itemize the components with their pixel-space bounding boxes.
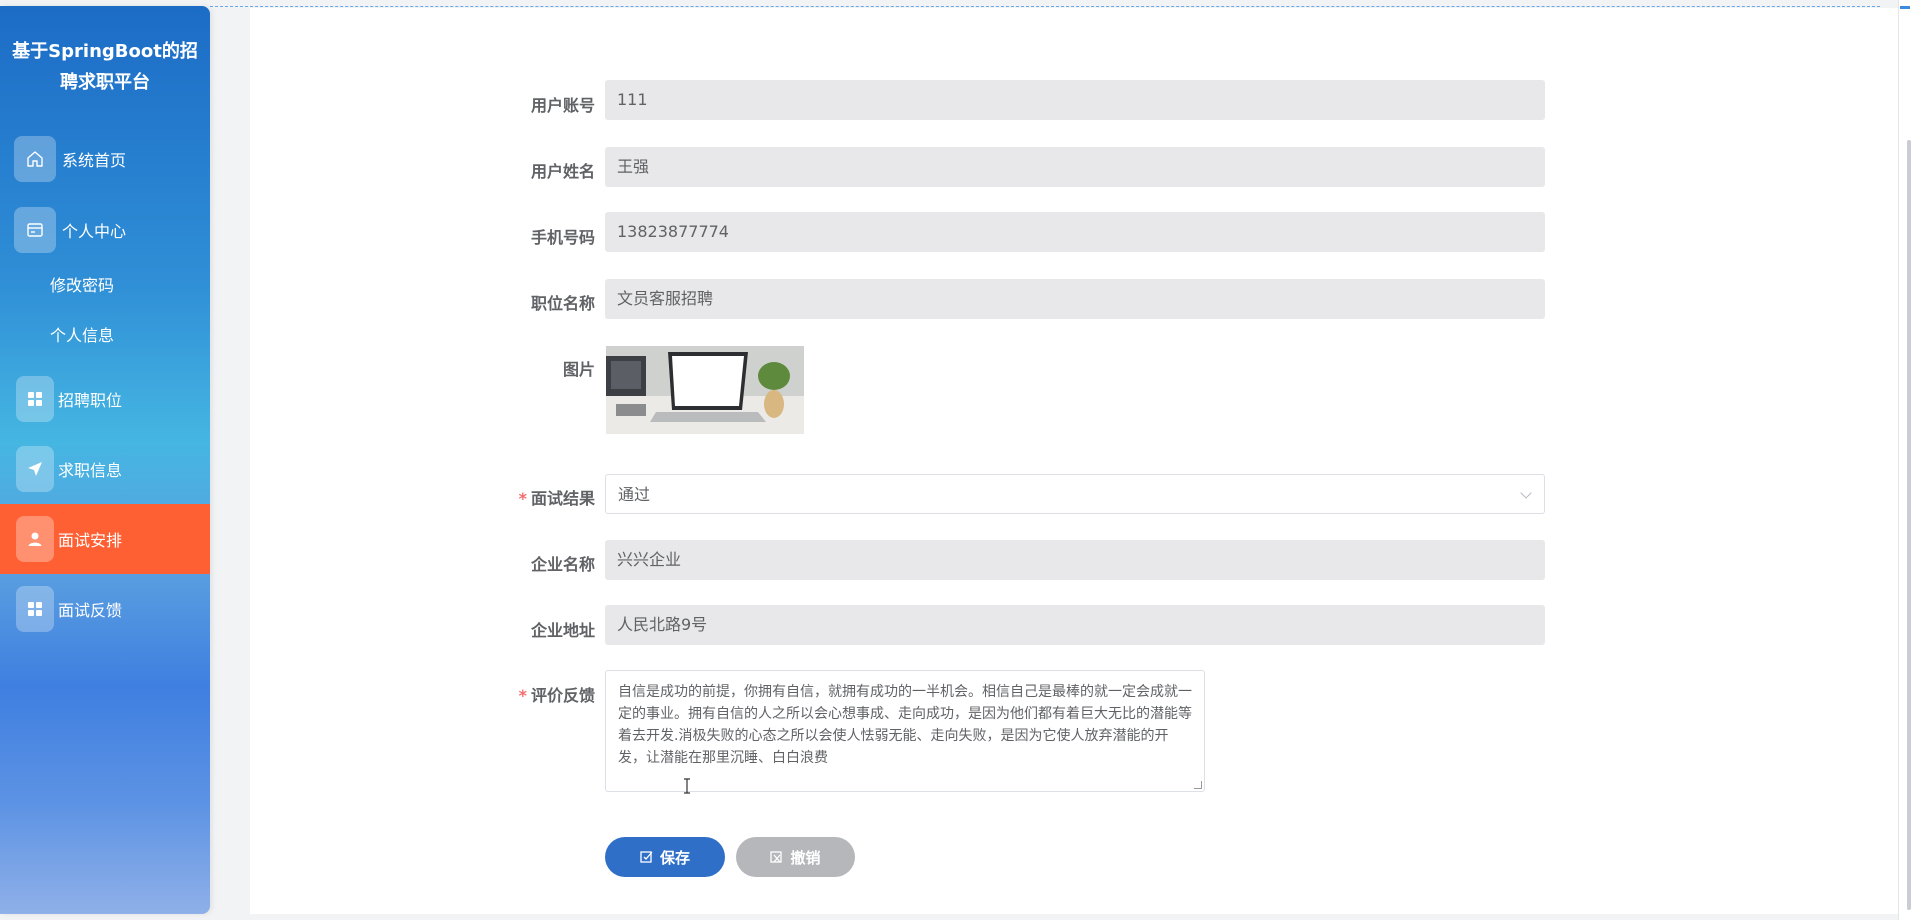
feedback-label-text: 评价反馈 <box>530 686 595 705</box>
grid-icon <box>16 586 54 632</box>
cancel-button[interactable]: 撤销 <box>736 837 855 877</box>
text-cursor-icon <box>684 778 690 794</box>
grid-icon <box>16 376 54 422</box>
name-field[interactable]: 王强 <box>605 147 1545 187</box>
close-box-icon <box>770 850 784 864</box>
app-title: 基于SpringBoot的招聘求职平台 <box>12 41 198 93</box>
sidebar-item-jobs[interactable]: 招聘职位 <box>0 364 210 434</box>
result-label: * 面试结果 <box>395 485 595 509</box>
top-dashed-border <box>210 6 1880 7</box>
sidebar-item-label: 招聘职位 <box>58 391 123 410</box>
result-select-value: 通过 <box>618 485 651 504</box>
name-label: 用户姓名 <box>530 162 595 181</box>
edit-check-icon <box>640 850 654 864</box>
resize-handle[interactable] <box>1194 781 1202 789</box>
sidebar-item-label: 个人中心 <box>62 222 127 241</box>
save-button[interactable]: 保存 <box>605 837 725 877</box>
account-label: 用户账号 <box>530 96 595 115</box>
sidebar-item-personal-center[interactable]: 个人中心 <box>0 195 210 265</box>
result-select[interactable]: 通过 <box>605 474 1545 514</box>
save-button-label: 保存 <box>659 848 690 867</box>
sidebar-item-label: 面试反馈 <box>58 601 123 620</box>
sidebar-item-label: 面试安排 <box>58 531 123 550</box>
image-label: 图片 <box>562 360 595 379</box>
phone-label: 手机号码 <box>530 228 595 247</box>
job-image[interactable] <box>606 346 804 434</box>
feedback-label: * 评价反馈 <box>395 682 595 706</box>
sidebar-item-interview-arrangement[interactable]: 面试安排 <box>0 504 210 574</box>
sidebar-item-home[interactable]: 系统首页 <box>0 124 210 194</box>
cancel-button-label: 撤销 <box>790 848 821 867</box>
result-label-text: 面试结果 <box>530 489 595 508</box>
company-field[interactable]: 兴兴企业 <box>605 540 1545 580</box>
feedback-text: 自信是成功的前提，你拥有自信，就拥有成功的一半机会。相信自己是最棒的就一定会成就… <box>618 684 1192 766</box>
sidebar-item-job-seeking[interactable]: 求职信息 <box>0 434 210 504</box>
position-label: 职位名称 <box>530 294 595 313</box>
address-field[interactable]: 人民北路9号 <box>605 605 1545 645</box>
home-icon <box>14 136 56 182</box>
sidebar-subitem-personal-info[interactable]: 个人信息 <box>50 322 114 346</box>
sidebar-item-interview-feedback[interactable]: 面试反馈 <box>0 574 210 644</box>
send-icon <box>16 446 54 492</box>
scrollbar-thumb[interactable] <box>1907 140 1911 910</box>
phone-field[interactable]: 13823877774 <box>605 212 1545 252</box>
account-field[interactable]: 111 <box>605 80 1545 120</box>
scroll-up-arrow[interactable] <box>1900 6 1910 12</box>
sidebar: 基于SpringBoot的招聘求职平台 系统首页 个人中心 修改密码 个人信息 … <box>0 6 210 914</box>
feedback-textarea[interactable]: 自信是成功的前提，你拥有自信，就拥有成功的一半机会。相信自己是最棒的就一定会成就… <box>605 670 1205 792</box>
card-icon <box>14 207 56 253</box>
required-mark: * <box>518 489 527 508</box>
company-label: 企业名称 <box>530 555 595 574</box>
required-mark: * <box>518 686 527 705</box>
user-icon <box>16 516 54 562</box>
chevron-down-icon <box>1520 487 1532 499</box>
sidebar-item-label: 系统首页 <box>62 151 127 170</box>
sidebar-item-label: 求职信息 <box>58 461 123 480</box>
position-field[interactable]: 文员客服招聘 <box>605 279 1545 319</box>
sidebar-subitem-change-password[interactable]: 修改密码 <box>50 272 114 296</box>
address-label: 企业地址 <box>530 621 595 640</box>
